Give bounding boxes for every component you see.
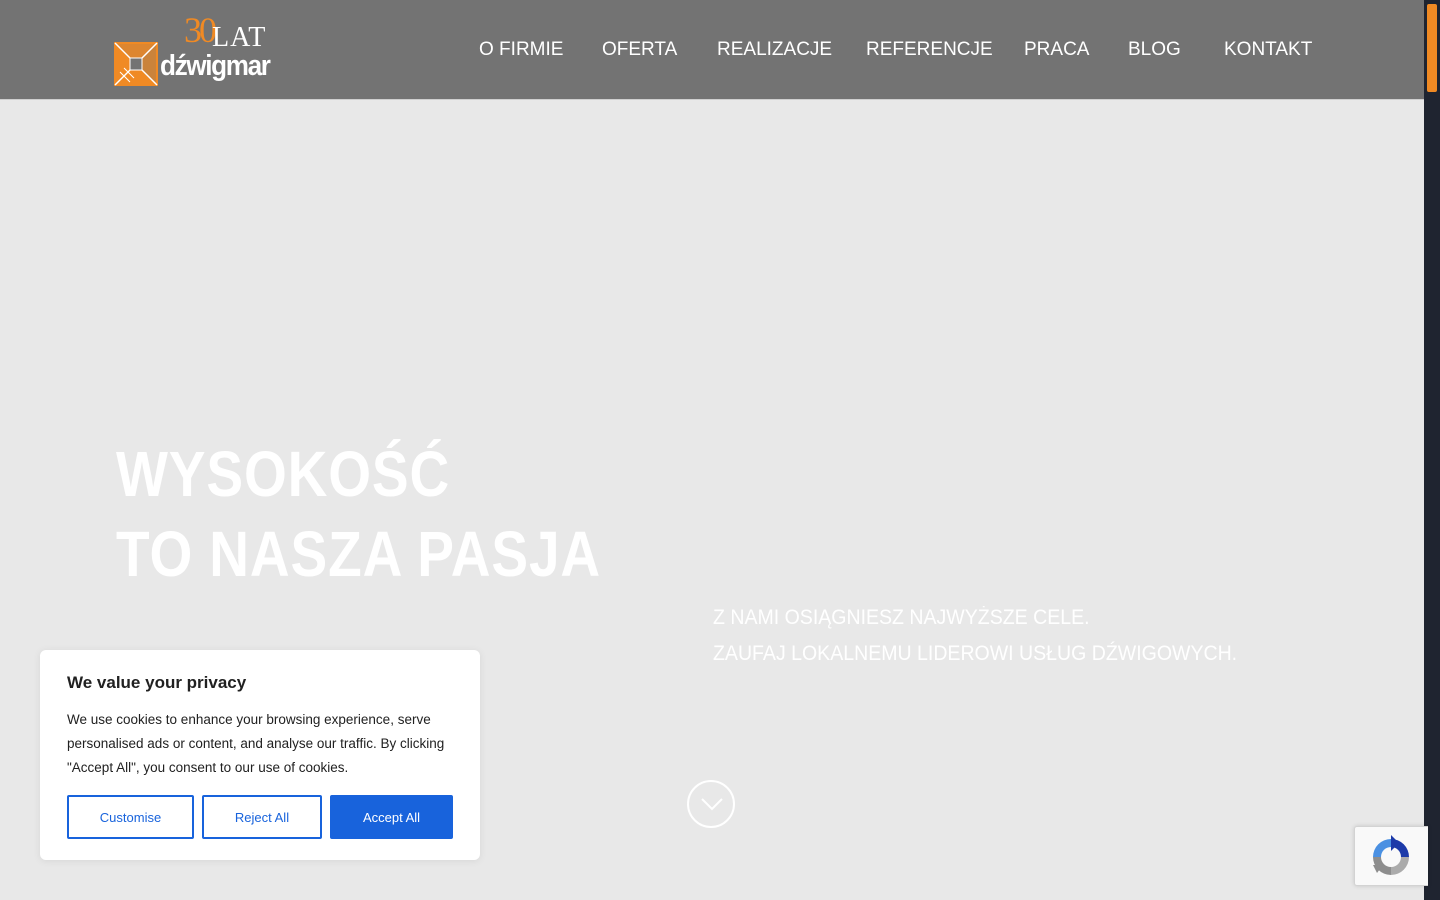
nav-item-realizacje[interactable]: REALIZACJE <box>717 38 832 62</box>
hero-title-line-1: WYSOKOŚĆ <box>116 438 451 510</box>
cookie-banner-title: We value your privacy <box>67 673 247 692</box>
customise-button[interactable]: Customise <box>67 795 194 839</box>
nav-item-referencje[interactable]: REFERENCJE <box>866 38 993 62</box>
nav-item-o-firmie[interactable]: O FIRMIE <box>479 38 563 62</box>
main-nav: O FIRMIE OFERTA REALIZACJE REFERENCJE PR… <box>0 38 1424 64</box>
cookie-banner-text: We use cookies to enhance your browsing … <box>67 712 445 775</box>
site-header: 30 LAT dźwigmar O FIRMIE OFERTA REALIZAC… <box>0 0 1424 100</box>
nav-item-oferta[interactable]: OFERTA <box>602 38 677 62</box>
nav-item-praca[interactable]: PRACA <box>1024 38 1089 62</box>
hero-title: WYSOKOŚĆ TO NASZA PASJA <box>116 434 601 594</box>
page-scrollbar[interactable] <box>1424 0 1440 900</box>
hero-title-line-2: TO NASZA PASJA <box>116 518 602 590</box>
scrollbar-thumb[interactable] <box>1427 4 1437 92</box>
hero-subtitle: Z NAMI OSIĄGNIESZ NAJWYŻSZE CELE. ZAUFAJ… <box>713 600 1237 672</box>
reject-all-button[interactable]: Reject All <box>202 795 322 839</box>
recaptcha-badge[interactable] <box>1354 826 1428 886</box>
recaptcha-icon <box>1373 835 1409 875</box>
chevron-down-icon <box>701 798 723 811</box>
nav-item-blog[interactable]: BLOG <box>1128 38 1181 62</box>
nav-item-kontakt[interactable]: KONTAKT <box>1224 38 1312 62</box>
scroll-down-button[interactable] <box>687 780 735 828</box>
cookie-consent-banner: We value your privacy We use cookies to … <box>40 650 480 860</box>
hero-subtitle-line-1: Z NAMI OSIĄGNIESZ NAJWYŻSZE CELE. <box>713 606 1090 629</box>
hero-subtitle-line-2: ZAUFAJ LOKALNEMU LIDEROWI USŁUG DŹWIGOWY… <box>713 642 1238 665</box>
accept-all-button[interactable]: Accept All <box>330 795 453 839</box>
